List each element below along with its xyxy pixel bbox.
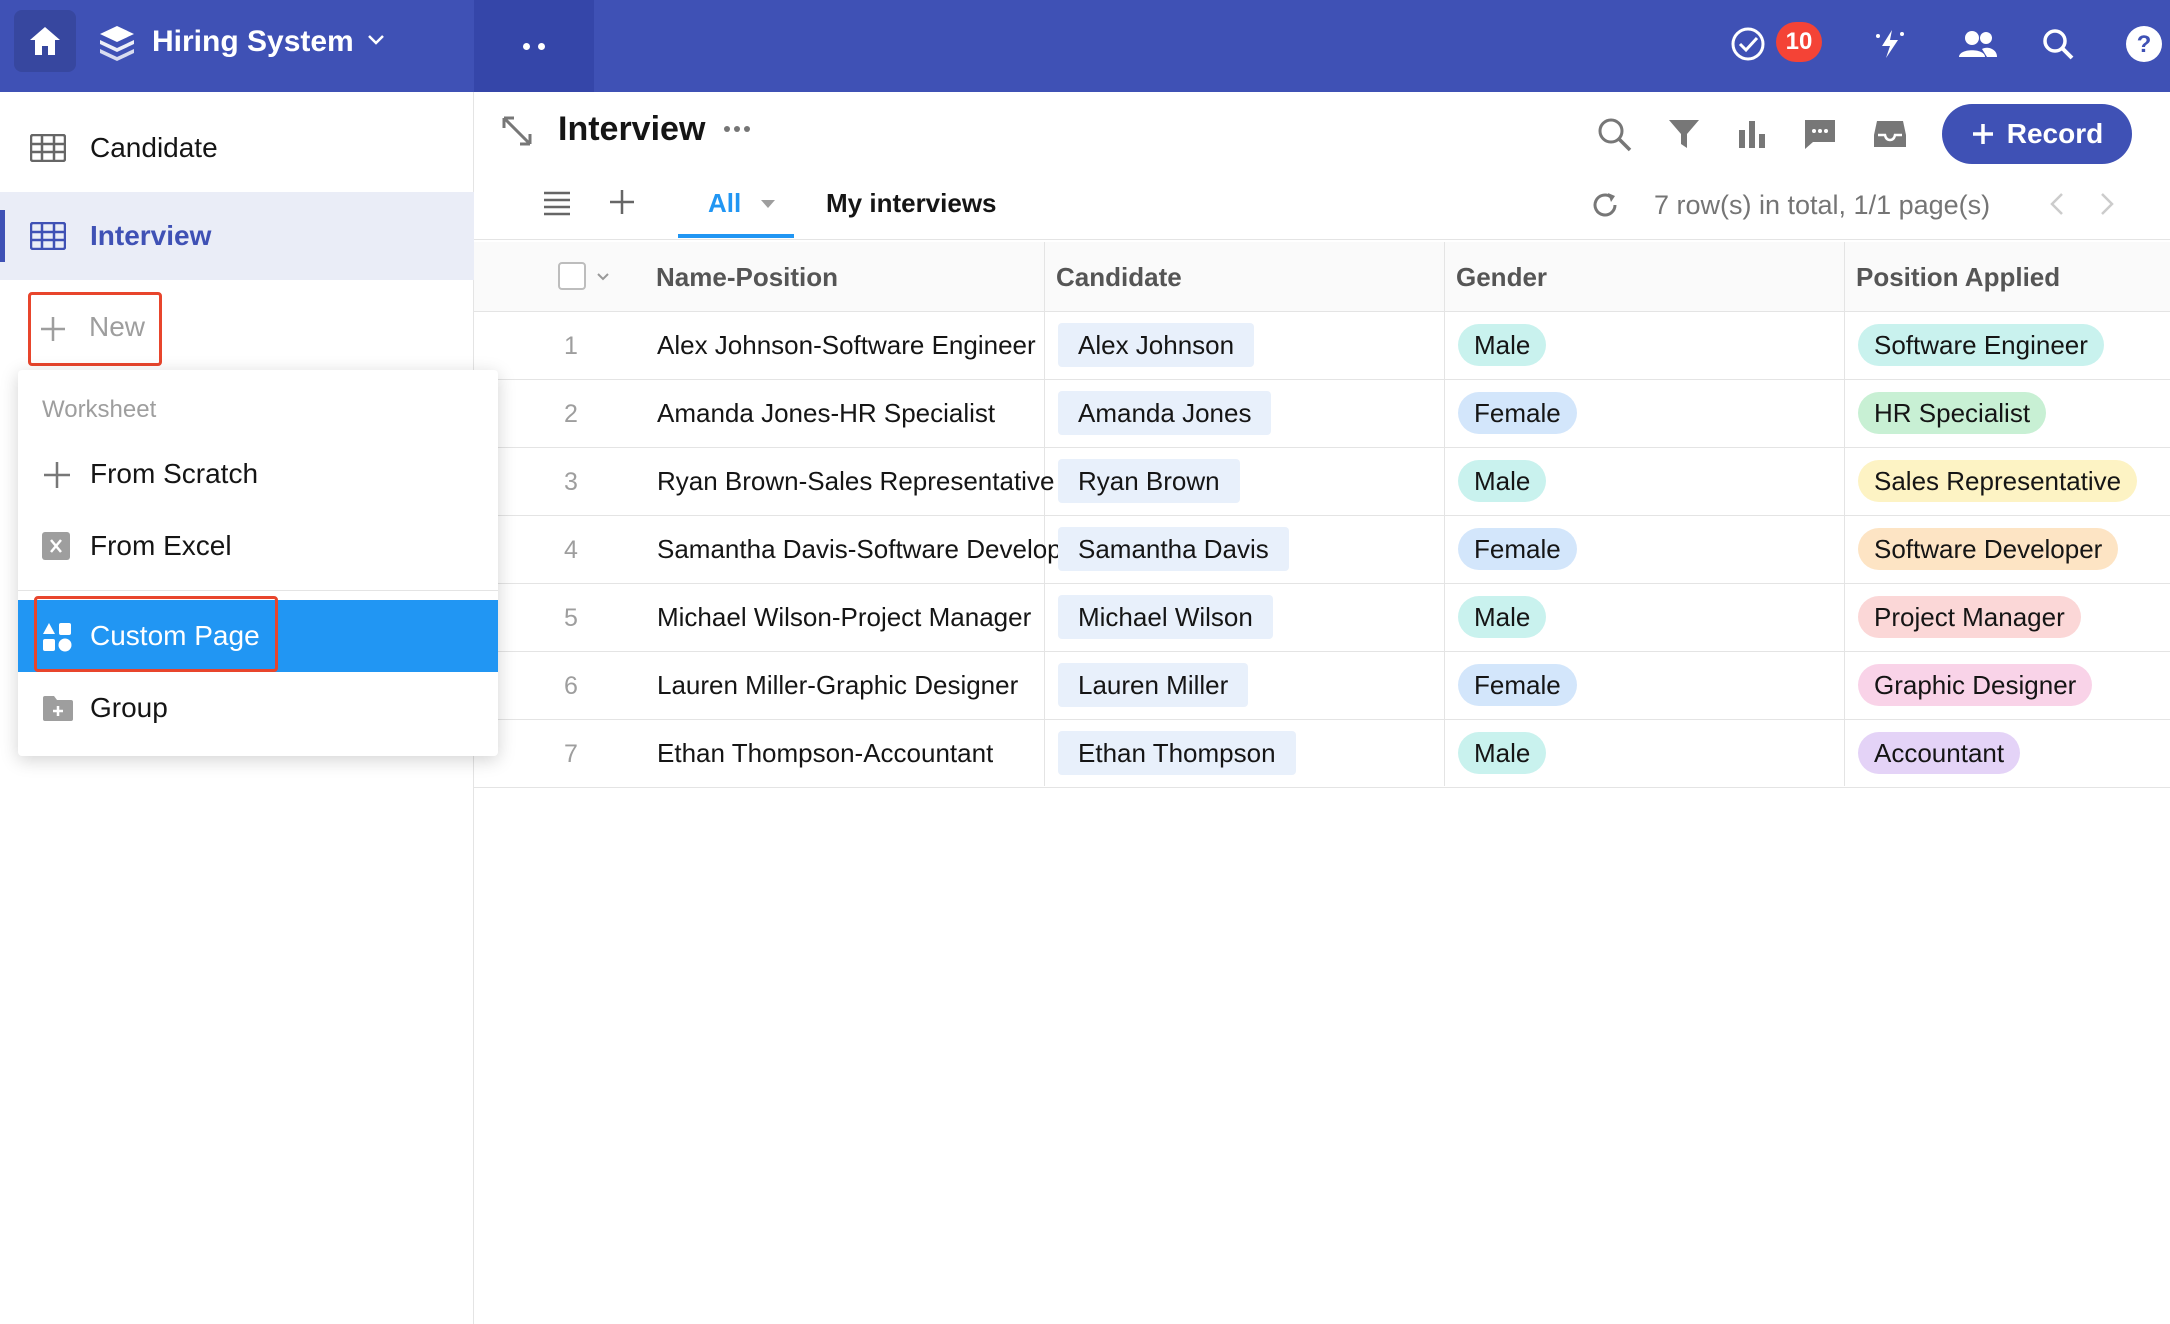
chevron-down-icon[interactable] bbox=[596, 272, 610, 282]
menu-item-from-scratch[interactable]: From Scratch bbox=[18, 438, 498, 510]
row-count-info: 7 row(s) in total, 1/1 page(s) bbox=[1654, 190, 1991, 220]
row-number: 4 bbox=[564, 536, 578, 564]
row-number: 7 bbox=[564, 740, 578, 768]
menu-item-from-excel[interactable]: From Excel bbox=[18, 510, 498, 582]
menu-item-label: From Scratch bbox=[90, 458, 259, 489]
top-bar: Hiring System 10 ? bbox=[0, 0, 2170, 92]
table-header: Name-Position Candidate Gender Position … bbox=[474, 242, 2170, 312]
inbox-icon[interactable] bbox=[1868, 112, 1912, 156]
table-row[interactable]: 2 Amanda Jones-HR Specialist Amanda Jones F… bbox=[474, 380, 2170, 448]
menu-item-label: Group bbox=[90, 692, 168, 723]
refresh-icon[interactable] bbox=[1590, 190, 1620, 220]
search-icon[interactable] bbox=[2036, 22, 2080, 66]
excel-icon bbox=[42, 532, 70, 560]
sidebar-item-interview[interactable]: Interview bbox=[0, 192, 474, 280]
menu-item-group[interactable]: Group bbox=[18, 672, 498, 744]
column-header-candidate[interactable]: Candidate bbox=[1056, 262, 1182, 293]
table-icon bbox=[30, 134, 66, 162]
members-icon[interactable] bbox=[1956, 22, 2000, 66]
cell-gender-chip[interactable]: Male bbox=[1458, 732, 1547, 774]
table-icon bbox=[30, 222, 66, 250]
table-row[interactable]: 6 Lauren Miller-Graphic Designer Lauren Mi… bbox=[474, 652, 2170, 720]
table-row[interactable]: 4 Samantha Davis-Software Developer Samant… bbox=[474, 516, 2170, 584]
cell-candidate-chip[interactable]: Ryan Brown bbox=[1058, 459, 1240, 503]
custom-page-highlight bbox=[34, 596, 278, 672]
folder-icon bbox=[43, 696, 73, 721]
table-row[interactable]: 7 Ethan Thompson-Accountant Ethan Thompson… bbox=[474, 720, 2170, 788]
plus-icon bbox=[41, 317, 65, 341]
app-logo-icon bbox=[100, 26, 134, 61]
tab-all-label: All bbox=[708, 188, 742, 218]
menu-icon[interactable] bbox=[542, 190, 572, 216]
row-number: 3 bbox=[564, 468, 578, 496]
cell-candidate-chip[interactable]: Michael Wilson bbox=[1058, 595, 1273, 639]
row-number: 6 bbox=[564, 672, 578, 700]
tab-all[interactable]: All bbox=[678, 176, 794, 238]
table-row[interactable]: 5 Michael Wilson-Project Manager Michael W… bbox=[474, 584, 2170, 652]
new-button-label: New bbox=[89, 311, 146, 342]
search-icon[interactable] bbox=[1592, 112, 1636, 156]
new-button[interactable]: New bbox=[28, 292, 162, 366]
cell-gender-chip[interactable]: Female bbox=[1458, 528, 1577, 570]
home-button[interactable] bbox=[14, 10, 76, 72]
add-record-button[interactable]: Record bbox=[1942, 104, 2132, 164]
table-row[interactable]: 3 Ryan Brown-Sales Representative Ryan Bro… bbox=[474, 448, 2170, 516]
select-all-checkbox[interactable] bbox=[558, 262, 586, 290]
menu-item-label: From Excel bbox=[90, 530, 232, 561]
plus-icon bbox=[1972, 124, 1993, 144]
menu-divider bbox=[18, 590, 498, 591]
plus-icon bbox=[44, 462, 70, 488]
menu-section-title: Worksheet bbox=[42, 396, 157, 423]
sidebar-item-label: Candidate bbox=[90, 132, 218, 163]
collapse-icon[interactable] bbox=[500, 114, 534, 148]
help-icon[interactable]: ? bbox=[2122, 22, 2166, 66]
cell-position-chip[interactable]: Project Manager bbox=[1858, 596, 2081, 638]
row-number: 2 bbox=[564, 400, 578, 428]
cell-candidate-chip[interactable]: Amanda Jones bbox=[1058, 391, 1272, 435]
cell-candidate-chip[interactable]: Ethan Thompson bbox=[1058, 731, 1296, 775]
row-number: 1 bbox=[564, 332, 578, 360]
cell-gender-chip[interactable]: Female bbox=[1458, 664, 1577, 706]
cell-position-chip[interactable]: Software Engineer bbox=[1858, 324, 2104, 366]
add-record-label: Record bbox=[2006, 118, 2104, 149]
cell-gender-chip[interactable]: Male bbox=[1458, 460, 1547, 502]
page-title: Interview bbox=[558, 110, 706, 148]
add-view-icon[interactable] bbox=[608, 188, 636, 216]
next-page-icon[interactable] bbox=[2098, 192, 2116, 216]
new-menu-dropdown: Worksheet From Scratch From Excel Custom… bbox=[18, 370, 498, 756]
title-more-icon[interactable] bbox=[724, 126, 754, 132]
cell-gender-chip[interactable]: Female bbox=[1458, 392, 1577, 434]
app-name[interactable]: Hiring System bbox=[152, 22, 354, 62]
filter-icon[interactable] bbox=[1662, 112, 1706, 156]
todo-check-icon[interactable] bbox=[1726, 22, 1770, 66]
chevron-down-icon[interactable] bbox=[366, 30, 386, 50]
cell-position-chip[interactable]: Graphic Designer bbox=[1858, 664, 2093, 706]
sidebar-item-candidate[interactable]: Candidate bbox=[0, 104, 474, 192]
column-header-position-applied[interactable]: Position Applied bbox=[1856, 262, 2060, 293]
column-header-name-position[interactable]: Name-Position bbox=[656, 262, 838, 293]
cell-candidate-chip[interactable]: Samantha Davis bbox=[1058, 527, 1289, 571]
comment-icon[interactable] bbox=[1798, 112, 1842, 156]
chart-icon[interactable] bbox=[1730, 112, 1774, 156]
cell-position-chip[interactable]: HR Specialist bbox=[1858, 392, 2047, 434]
svg-text:?: ? bbox=[2137, 31, 2152, 58]
cell-gender-chip[interactable]: Male bbox=[1458, 596, 1547, 638]
notification-badge[interactable]: 10 bbox=[1776, 22, 1822, 62]
cell-position-chip[interactable]: Sales Representative bbox=[1858, 460, 2138, 502]
more-apps-button[interactable] bbox=[474, 0, 594, 92]
cell-candidate-chip[interactable]: Lauren Miller bbox=[1058, 663, 1249, 707]
tab-my-interviews[interactable]: My interviews bbox=[826, 188, 997, 219]
row-number: 5 bbox=[564, 604, 578, 632]
magic-icon[interactable] bbox=[1868, 22, 1912, 66]
column-header-gender[interactable]: Gender bbox=[1456, 262, 1547, 293]
cell-candidate-chip[interactable]: Alex Johnson bbox=[1058, 323, 1255, 367]
sidebar-item-label: Interview bbox=[90, 220, 212, 251]
cell-position-chip[interactable]: Software Developer bbox=[1858, 528, 2119, 570]
home-icon bbox=[30, 27, 60, 55]
table-row[interactable]: 1 Alex Johnson-Software Engineer Alex John… bbox=[474, 312, 2170, 380]
cell-gender-chip[interactable]: Male bbox=[1458, 324, 1547, 366]
prev-page-icon[interactable] bbox=[2048, 192, 2066, 216]
chevron-down-icon[interactable] bbox=[760, 198, 776, 210]
cell-position-chip[interactable]: Accountant bbox=[1858, 732, 2021, 774]
